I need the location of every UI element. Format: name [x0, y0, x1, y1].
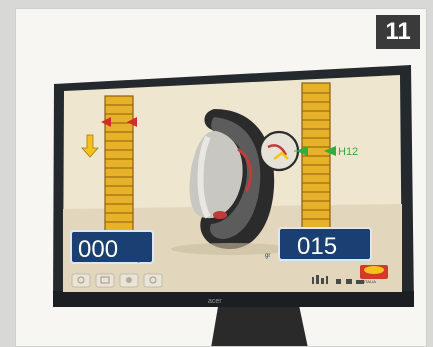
toolbar-icon-2 [95, 273, 115, 288]
step-number-badge: 11 [376, 15, 420, 49]
monitor-brand-logo: acer [208, 298, 222, 305]
right-readout: 015 gr [265, 227, 372, 261]
weight-position-icon [258, 130, 300, 172]
left-readout-unit: gr [137, 257, 142, 263]
brand-badge-text: ITALIA [364, 279, 376, 284]
toolbar-icon-4 [143, 273, 163, 288]
right-readout-value: 015 [297, 233, 337, 260]
toolbar-icon-1 [71, 273, 91, 288]
right-readout-unit: gr [265, 253, 270, 259]
left-readout-value: 000 [78, 236, 118, 263]
position-label: H12 [338, 146, 358, 158]
left-balance-gauge [101, 95, 137, 237]
monitor-illustration: acer H12 000 gr 015 gr ITALIA [53, 65, 414, 346]
left-readout: 000 gr [70, 230, 154, 264]
image-frame: acer H12 000 gr 015 gr ITALIA 11 [15, 8, 427, 347]
